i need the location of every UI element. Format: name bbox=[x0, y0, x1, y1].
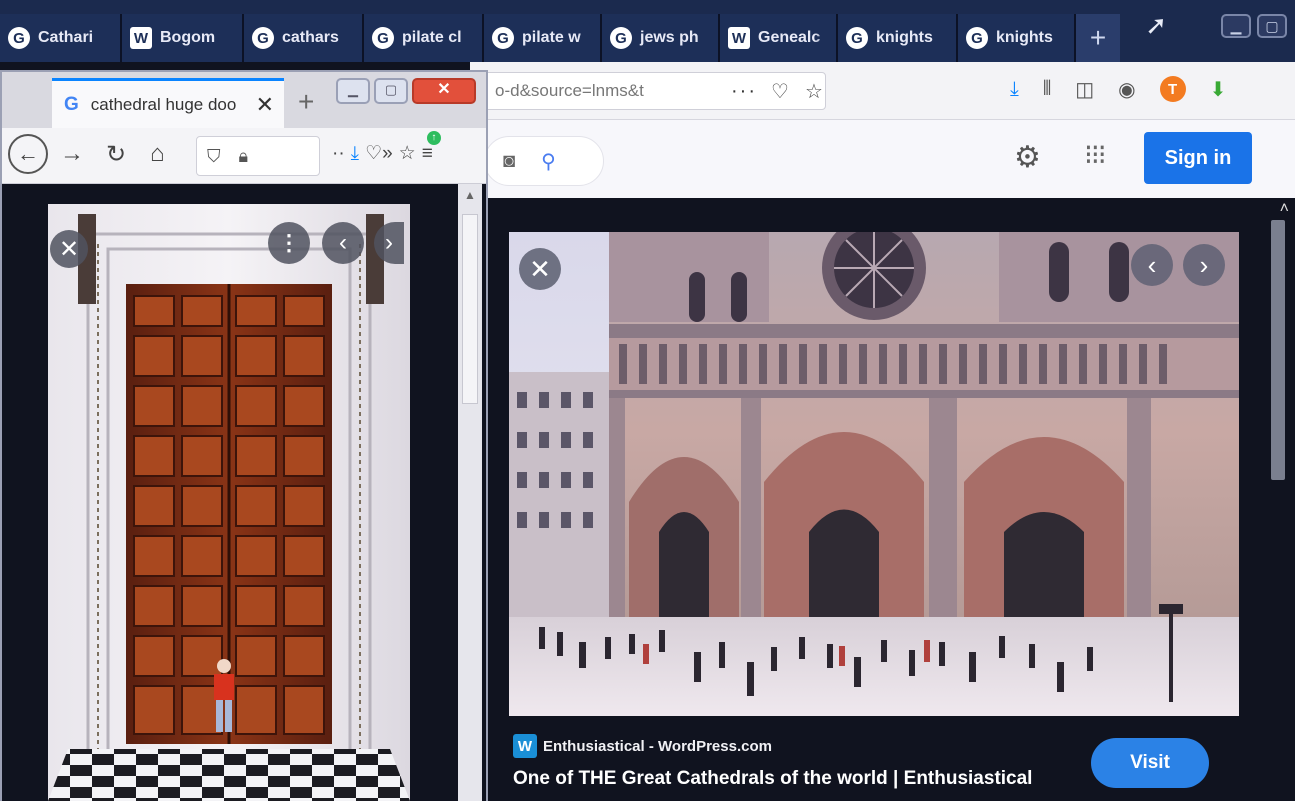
extension-icon[interactable]: T bbox=[1159, 76, 1186, 102]
previous-image-button[interactable]: ‹ bbox=[1131, 244, 1173, 286]
front-browser-window: G cathedral huge doo ✕ + ▁ ▢ ✕ ← → ↻ ⌂ ⛉… bbox=[0, 70, 488, 801]
back-arrow-icon[interactable]: ← bbox=[8, 134, 48, 174]
close-preview-button[interactable]: ✕ bbox=[519, 248, 561, 290]
google-icon: G bbox=[610, 27, 632, 49]
tab-knights-2[interactable]: G knights bbox=[958, 14, 1076, 62]
previous-image-button[interactable]: ‹ bbox=[322, 222, 364, 264]
gear-icon[interactable]: ⚙ bbox=[1014, 140, 1041, 175]
tab-label: Genealc bbox=[758, 29, 821, 46]
tab-label: pilate cl bbox=[402, 29, 462, 46]
maximize-button[interactable]: ▢ bbox=[374, 78, 408, 104]
screen: G Cathari W Bogom G cathars G pilate cl … bbox=[0, 0, 1295, 801]
result-source[interactable]: W Enthusiastical - WordPress.com bbox=[513, 734, 772, 758]
tab-genealogy[interactable]: W Genealc bbox=[720, 14, 838, 62]
tab-label: jews ph bbox=[640, 29, 699, 46]
mouse-cursor-icon: ➚ bbox=[1145, 10, 1167, 40]
reload-icon[interactable]: ↻ bbox=[106, 140, 126, 169]
visit-button[interactable]: Visit bbox=[1091, 738, 1209, 788]
tab-pilate-cl[interactable]: G pilate cl bbox=[364, 14, 484, 62]
back-window-toolbar: o-d&source=lnms&t ··· ♡ ☆ ⤓ ⫴ ◫ ◉ T ⬇ bbox=[470, 62, 1295, 120]
result-title-link[interactable]: One of THE Great Cathedrals of the world… bbox=[513, 768, 1032, 790]
front-scrollbar[interactable]: ▲ bbox=[458, 184, 482, 801]
home-icon[interactable]: ⌂ bbox=[150, 140, 165, 168]
tab-knights-1[interactable]: G knights bbox=[838, 14, 958, 62]
download-icon[interactable]: ⤓ bbox=[1010, 78, 1019, 101]
google-icon: G bbox=[64, 93, 79, 115]
tab-cathedral-huge-door[interactable]: G cathedral huge doo ✕ bbox=[52, 78, 284, 128]
google-icon: G bbox=[252, 27, 274, 49]
image-preview-panel: ✕ ‹ › ˄ W Enthusiastical - WordPress.com… bbox=[487, 198, 1295, 801]
library-icon[interactable]: ⫴ bbox=[1043, 78, 1051, 101]
sign-in-button[interactable]: Sign in bbox=[1144, 132, 1252, 184]
front-page-content: ✕ ⋮ ‹ › ▲ bbox=[2, 184, 486, 801]
download-helper-icon[interactable]: ⬇ bbox=[1210, 77, 1227, 102]
tab-bogom[interactable]: W Bogom bbox=[122, 14, 244, 62]
tab-label: knights bbox=[996, 29, 1053, 46]
toolbar-icons: ⤓ ⫴ ◫ ◉ T ⬇ bbox=[1010, 76, 1226, 102]
minimize-button[interactable]: ▁ bbox=[1221, 14, 1251, 38]
apps-grid-icon[interactable]: ⁝⁝⁝ bbox=[1084, 138, 1107, 171]
shield-icon[interactable]: ⛉ bbox=[207, 146, 221, 167]
wikipedia-icon: W bbox=[130, 27, 152, 49]
close-tab-icon[interactable]: ✕ bbox=[256, 92, 274, 118]
google-icon: G bbox=[492, 27, 514, 49]
url-text: o-d&source=lnms&t bbox=[495, 81, 644, 100]
next-image-button[interactable]: › bbox=[1183, 244, 1225, 286]
more-options-icon[interactable]: ⋮ bbox=[268, 222, 310, 264]
close-preview-button[interactable]: ✕ bbox=[50, 230, 88, 268]
google-icon: G bbox=[966, 27, 988, 49]
camera-icon[interactable]: ◙ bbox=[503, 150, 515, 173]
wordpress-icon: W bbox=[513, 734, 537, 758]
front-tab-strip: G cathedral huge doo ✕ + ▁ ▢ ✕ bbox=[2, 72, 486, 128]
search-tools: ◙ ⚲ bbox=[484, 136, 604, 186]
forward-arrow-icon[interactable]: → bbox=[60, 140, 84, 168]
front-window-controls: ▁ ▢ ✕ bbox=[336, 78, 476, 104]
tab-pilate-w[interactable]: G pilate w bbox=[484, 14, 602, 62]
lock-icon: 🔒︎ bbox=[238, 145, 249, 166]
pocket-icon[interactable]: ♡ bbox=[771, 79, 789, 104]
google-icon: G bbox=[846, 27, 868, 49]
tab-cathars[interactable]: G cathars bbox=[244, 14, 364, 62]
google-header: ◙ ⚲ ⚙ ⁝⁝⁝ Sign in bbox=[470, 120, 1295, 198]
tab-label: knights bbox=[876, 29, 933, 46]
sidebar-icon[interactable]: ◫ bbox=[1075, 77, 1094, 102]
google-icon: G bbox=[8, 27, 30, 49]
search-icon[interactable]: ⚲ bbox=[541, 149, 556, 174]
close-window-button[interactable]: ✕ bbox=[412, 78, 476, 104]
scrollbar-thumb[interactable] bbox=[462, 214, 478, 404]
maximize-button[interactable]: ▢ bbox=[1257, 14, 1287, 38]
download-icon[interactable]: ⤓ bbox=[351, 143, 359, 165]
new-tab-button[interactable]: + bbox=[1076, 14, 1120, 62]
tab-title: cathedral huge doo bbox=[90, 94, 237, 114]
scroll-up-icon[interactable]: ▲ bbox=[464, 188, 476, 202]
source-name: Enthusiastical - WordPress.com bbox=[543, 737, 772, 755]
overflow-icon[interactable]: ·· bbox=[332, 143, 345, 165]
scrollbar-thumb[interactable] bbox=[1271, 220, 1285, 480]
page-actions-icon[interactable]: ··· bbox=[731, 80, 757, 103]
new-tab-button[interactable]: + bbox=[298, 86, 314, 118]
tab-jews-ph[interactable]: G jews ph bbox=[602, 14, 720, 62]
cathedral-door-image[interactable] bbox=[48, 204, 410, 801]
address-bar[interactable]: o-d&source=lnms&t ··· ♡ ☆ bbox=[480, 72, 826, 110]
back-window-tab-strip: G Cathari W Bogom G cathars G pilate cl … bbox=[0, 0, 1295, 62]
front-nav-toolbar: ← → ↻ ⌂ ⛉ 🔒︎ ·· ⤓ ♡» ☆ ≡ ↑ bbox=[2, 128, 486, 184]
front-toolbar-icons: ·· ⤓ ♡» ☆ ≡ ↑ bbox=[332, 130, 441, 165]
tab-label: cathars bbox=[282, 29, 339, 46]
menu-icon[interactable]: ≡ ↑ bbox=[422, 130, 441, 165]
scroll-up-icon[interactable]: ˄ bbox=[1280, 200, 1289, 218]
tab-label: pilate w bbox=[522, 29, 581, 46]
pocket-icon[interactable]: ♡» bbox=[365, 142, 393, 165]
wikipedia-icon: W bbox=[728, 27, 750, 49]
minimize-button[interactable]: ▁ bbox=[336, 78, 370, 104]
bookmark-star-icon[interactable]: ☆ bbox=[805, 79, 823, 104]
bookmark-star-icon[interactable]: ☆ bbox=[399, 142, 416, 165]
account-icon[interactable]: ◉ bbox=[1118, 77, 1135, 102]
google-icon: G bbox=[372, 27, 394, 49]
back-window-controls: ▁ ▢ bbox=[1221, 14, 1287, 38]
tab-label: Cathari bbox=[38, 29, 94, 46]
cathedral-facade-image[interactable] bbox=[509, 232, 1239, 716]
address-bar[interactable]: ⛉ 🔒︎ bbox=[196, 136, 320, 176]
tab-label: Bogom bbox=[160, 29, 216, 46]
tab-cathari[interactable]: G Cathari bbox=[0, 14, 122, 62]
